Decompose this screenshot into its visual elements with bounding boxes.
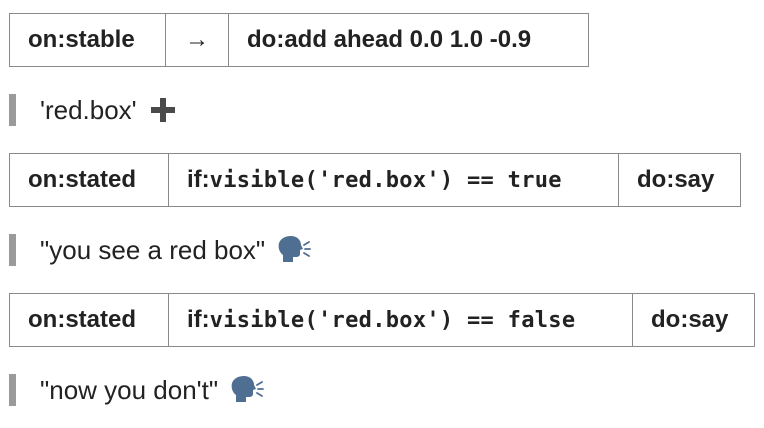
note-text: "you see a red box"	[40, 234, 266, 265]
trigger-cell[interactable]: on:stated	[10, 294, 169, 346]
note-bar	[9, 374, 16, 406]
action-label: do:say	[637, 166, 715, 193]
speaking-head-icon[interactable]	[277, 235, 312, 265]
note-bar	[9, 234, 16, 266]
condition-cell[interactable]: if: visible('red.box') == true	[169, 154, 619, 206]
note-bar	[9, 94, 16, 126]
plus-icon[interactable]	[149, 96, 177, 124]
trigger-cell[interactable]: on:stated	[10, 154, 169, 206]
speaking-head-icon[interactable]	[230, 375, 264, 405]
action-label: do:add ahead 0.0 1.0 -0.9	[247, 26, 532, 53]
condition-prefix: if:	[187, 306, 210, 333]
rule-row-3: on:stated if: visible('red.box') == false…	[9, 293, 755, 347]
action-cell[interactable]: do:say	[619, 154, 740, 206]
note-row-3: "now you don't"	[9, 373, 264, 407]
arrow-cell[interactable]: →	[166, 14, 229, 66]
note-row-2: "you see a red box"	[9, 233, 312, 267]
trigger-label: on:stable	[28, 26, 135, 53]
note-text: "now you don't"	[40, 374, 219, 405]
arrow-icon: →	[185, 26, 209, 53]
trigger-cell[interactable]: on:stable	[10, 14, 166, 66]
condition-code: visible('red.box') == true	[209, 167, 562, 193]
trigger-label: on:stated	[28, 306, 136, 333]
note-row-1: 'red.box'	[9, 93, 177, 127]
condition-cell[interactable]: if: visible('red.box') == false	[169, 294, 633, 346]
action-label: do:say	[651, 306, 729, 333]
rule-row-2: on:stated if: visible('red.box') == true …	[9, 153, 741, 207]
action-cell[interactable]: do:add ahead 0.0 1.0 -0.9	[229, 14, 588, 66]
condition-prefix: if:	[187, 166, 210, 193]
note-text: 'red.box'	[40, 94, 137, 125]
action-cell[interactable]: do:say	[633, 294, 754, 346]
trigger-label: on:stated	[28, 166, 136, 193]
rule-row-1: on:stable → do:add ahead 0.0 1.0 -0.9	[9, 13, 589, 67]
condition-code: visible('red.box') == false	[209, 307, 576, 333]
